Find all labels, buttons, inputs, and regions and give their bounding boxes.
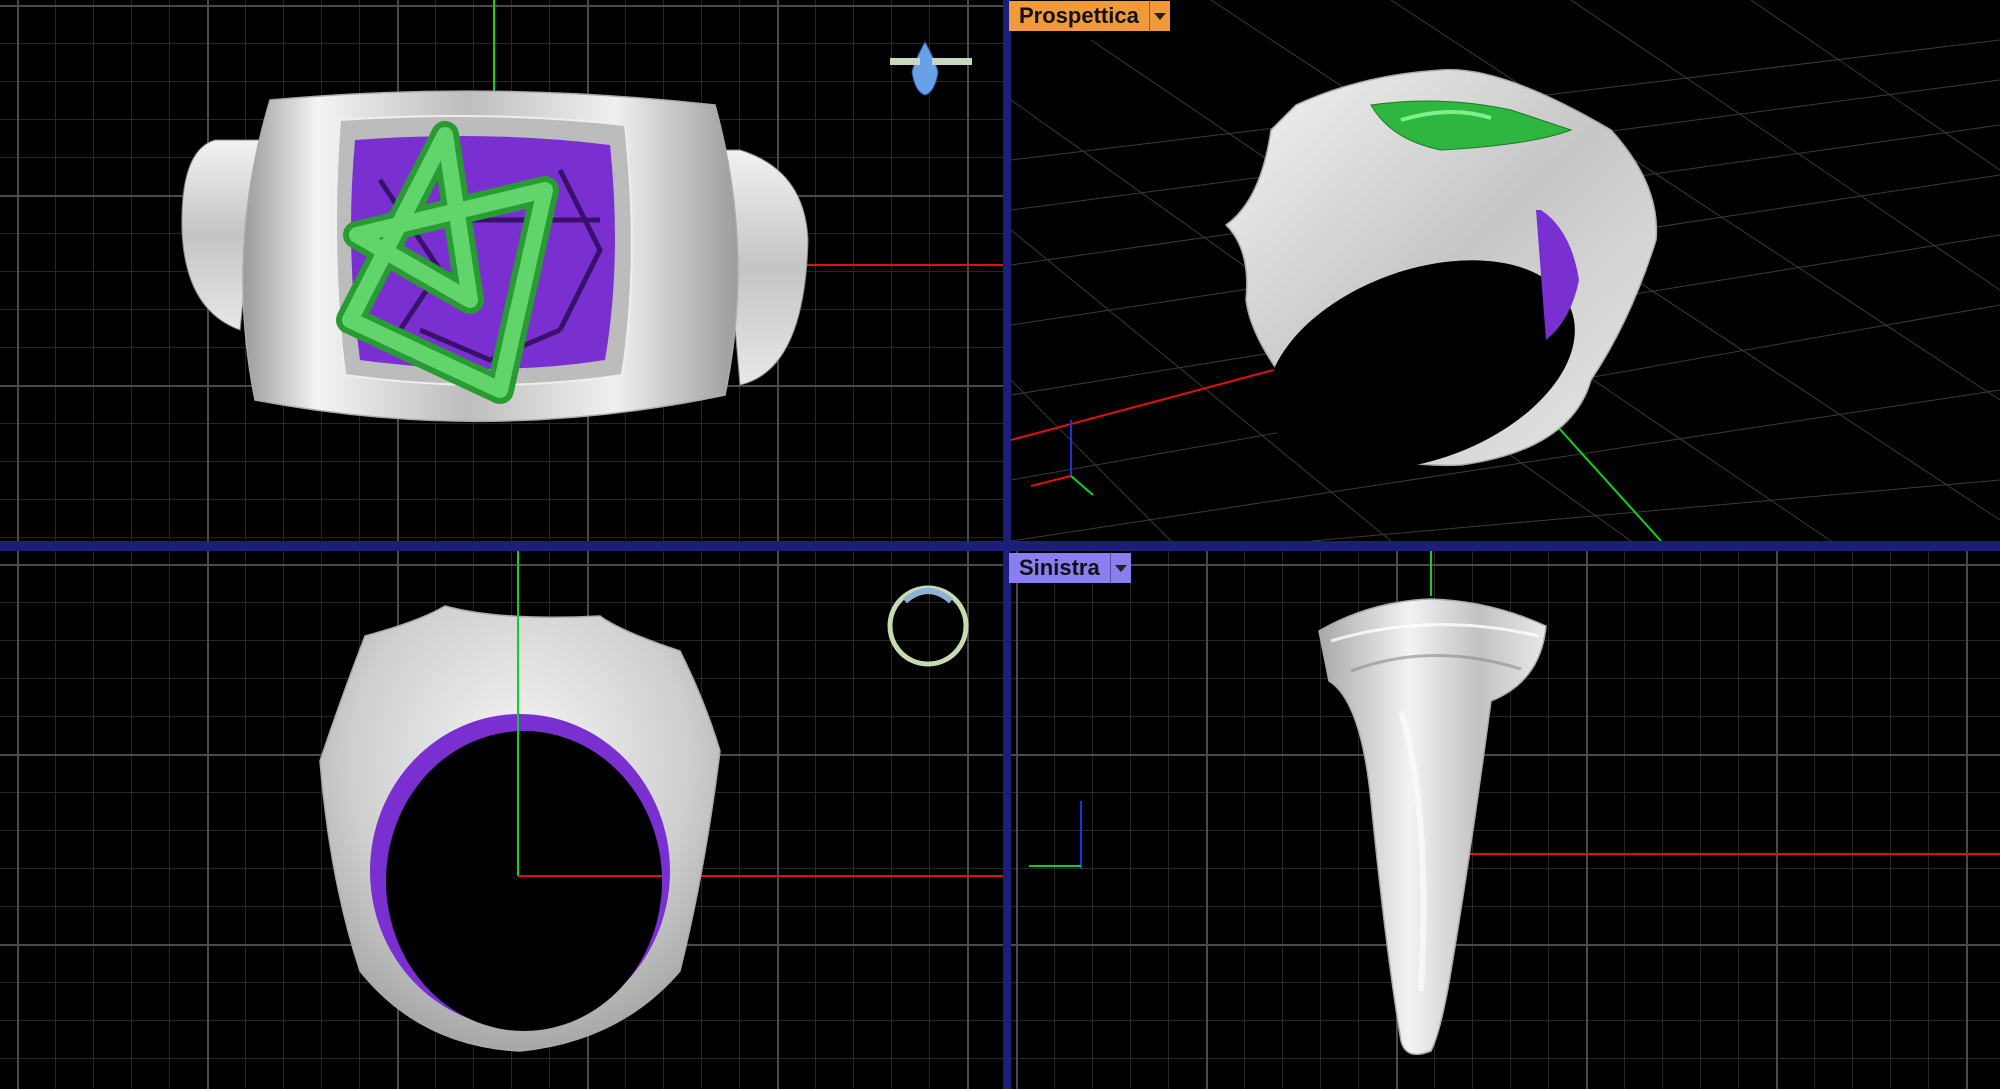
viewport-front[interactable] xyxy=(0,551,1003,1089)
ring-front-view xyxy=(319,551,721,1052)
chevron-down-icon[interactable] xyxy=(1109,553,1131,583)
ring-side-view xyxy=(1318,598,1547,1056)
chevron-down-icon[interactable] xyxy=(1148,1,1170,31)
ring-front-thumbnail xyxy=(887,585,969,667)
axis-gizmo xyxy=(1029,801,1082,869)
ring-perspective-view xyxy=(1224,68,1658,470)
viewport-perspective[interactable] xyxy=(1011,0,2000,541)
viewport-top[interactable] xyxy=(0,0,1003,541)
viewport-title: Prospettica xyxy=(1019,3,1139,28)
ring-top-view xyxy=(181,90,809,423)
viewport-separator-horizontal[interactable] xyxy=(0,541,2000,551)
viewport-label-left[interactable]: Sinistra xyxy=(1009,553,1131,583)
pear-stone-ring-thumbnail xyxy=(890,40,972,96)
viewport-left[interactable] xyxy=(1011,551,2000,1089)
viewport-label-perspective[interactable]: Prospettica xyxy=(1009,1,1170,31)
viewport-title: Sinistra xyxy=(1019,555,1100,580)
